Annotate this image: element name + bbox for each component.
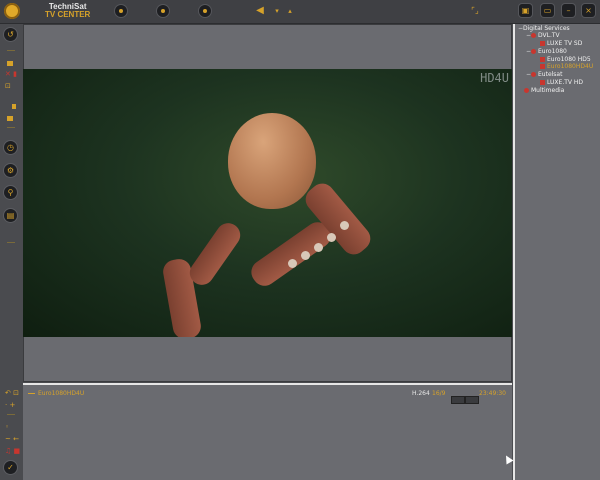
- octopus-sucker: [340, 221, 349, 230]
- timer-icon[interactable]: ◷: [4, 141, 17, 154]
- current-channel: Euro1080HD4U: [28, 390, 84, 397]
- settings-icon[interactable]: ⚙: [4, 164, 17, 177]
- signal-indicators: [451, 389, 479, 404]
- channel-tree: −Digital Services − DVL.TV LUXE TV SD − Eu…: [513, 24, 600, 480]
- media-icon[interactable]: ▤: [4, 209, 17, 222]
- zoom-icon[interactable]: · +: [5, 402, 15, 409]
- window-button[interactable]: ▭: [541, 4, 554, 17]
- divider: [7, 127, 15, 128]
- divider: [7, 414, 15, 415]
- octopus-tentacle: [246, 217, 336, 291]
- codec-label: H.264: [412, 390, 430, 397]
- volume-down-icon[interactable]: ▾: [270, 4, 284, 18]
- back-icon[interactable]: ↺: [4, 28, 17, 41]
- teletext-icon[interactable]: ♫ ■: [5, 448, 20, 455]
- tree-multimedia[interactable]: Multimedia: [524, 87, 564, 94]
- audio-icon[interactable]: ◦: [5, 424, 9, 431]
- octopus-sucker: [301, 251, 310, 260]
- tree-channel-luxe-hd[interactable]: LUXE.TV HD: [540, 79, 583, 86]
- info-bar: Euro1080HD4U H.264 16/9 23:49:30: [23, 383, 514, 480]
- epg-icon[interactable]: ⊡: [5, 83, 11, 90]
- video-display[interactable]: HD4U: [23, 69, 512, 337]
- subtitle-icon[interactable]: ~ ←: [5, 436, 19, 443]
- top-toolbar: TechniSat TV CENTER ◀ ▾ ▴ ⌜⌟ ▣ ▭ – ×: [0, 0, 600, 24]
- tree-group-eutelsat[interactable]: − Eutelsat: [526, 71, 562, 78]
- brand-logo: TechniSat TV CENTER: [45, 3, 90, 19]
- octopus-tentacle: [185, 218, 245, 290]
- tree-group-euro1080[interactable]: − Euro1080: [526, 48, 567, 55]
- folder-icon[interactable]: [7, 116, 13, 121]
- search-icon[interactable]: ⚲: [4, 186, 17, 199]
- record-button[interactable]: [115, 5, 127, 17]
- brand-line2: TV CENTER: [45, 10, 91, 19]
- octopus-mantle: [228, 113, 316, 209]
- divider: [7, 242, 15, 243]
- screenshot-button[interactable]: ▣: [519, 4, 532, 17]
- help-icon[interactable]: ✓: [4, 461, 17, 474]
- tree-channel-luxe-sd[interactable]: LUXE TV SD: [540, 40, 582, 47]
- octopus-sucker: [327, 233, 336, 242]
- tree-channel-euro1080-hd5[interactable]: Euro1080 HD5: [540, 56, 591, 63]
- info-icon[interactable]: ↶ ⊡: [5, 390, 19, 397]
- play-button[interactable]: [199, 5, 211, 17]
- left-sidebar: ↺ ✕ ▮ ⊡ ◷ ⚙ ⚲ ▤ ↶ ⊡ · + ◦ ~ ← ♫ ■ ✓: [0, 24, 22, 480]
- aspect-ratio: 16/9: [432, 390, 446, 397]
- close-button[interactable]: ×: [582, 4, 595, 17]
- mouse-cursor: [502, 453, 514, 465]
- speaker-icon[interactable]: ◀: [253, 4, 267, 18]
- divider: [7, 50, 15, 51]
- channel-name: Euro1080HD4U: [38, 390, 85, 397]
- tv-icon[interactable]: [7, 61, 13, 66]
- tree-group-dvltv[interactable]: − DVL.TV: [526, 32, 560, 39]
- logo-icon[interactable]: [4, 3, 20, 19]
- octopus-sucker: [288, 259, 297, 268]
- minimize-button[interactable]: –: [562, 4, 575, 17]
- list-icon[interactable]: [12, 104, 16, 109]
- tree-root[interactable]: −Digital Services: [518, 25, 570, 32]
- clock: 23:49:30: [479, 390, 506, 397]
- tree-channel-euro1080hd4u[interactable]: Euro1080HD4U: [540, 63, 593, 70]
- volume-up-icon[interactable]: ▴: [283, 4, 297, 18]
- pause-button[interactable]: [157, 5, 169, 17]
- channel-watermark: HD4U: [480, 71, 509, 85]
- fullscreen-icon[interactable]: ⌜⌟: [462, 4, 488, 18]
- radio-icon[interactable]: ✕ ▮: [5, 71, 17, 78]
- octopus-sucker: [314, 243, 323, 252]
